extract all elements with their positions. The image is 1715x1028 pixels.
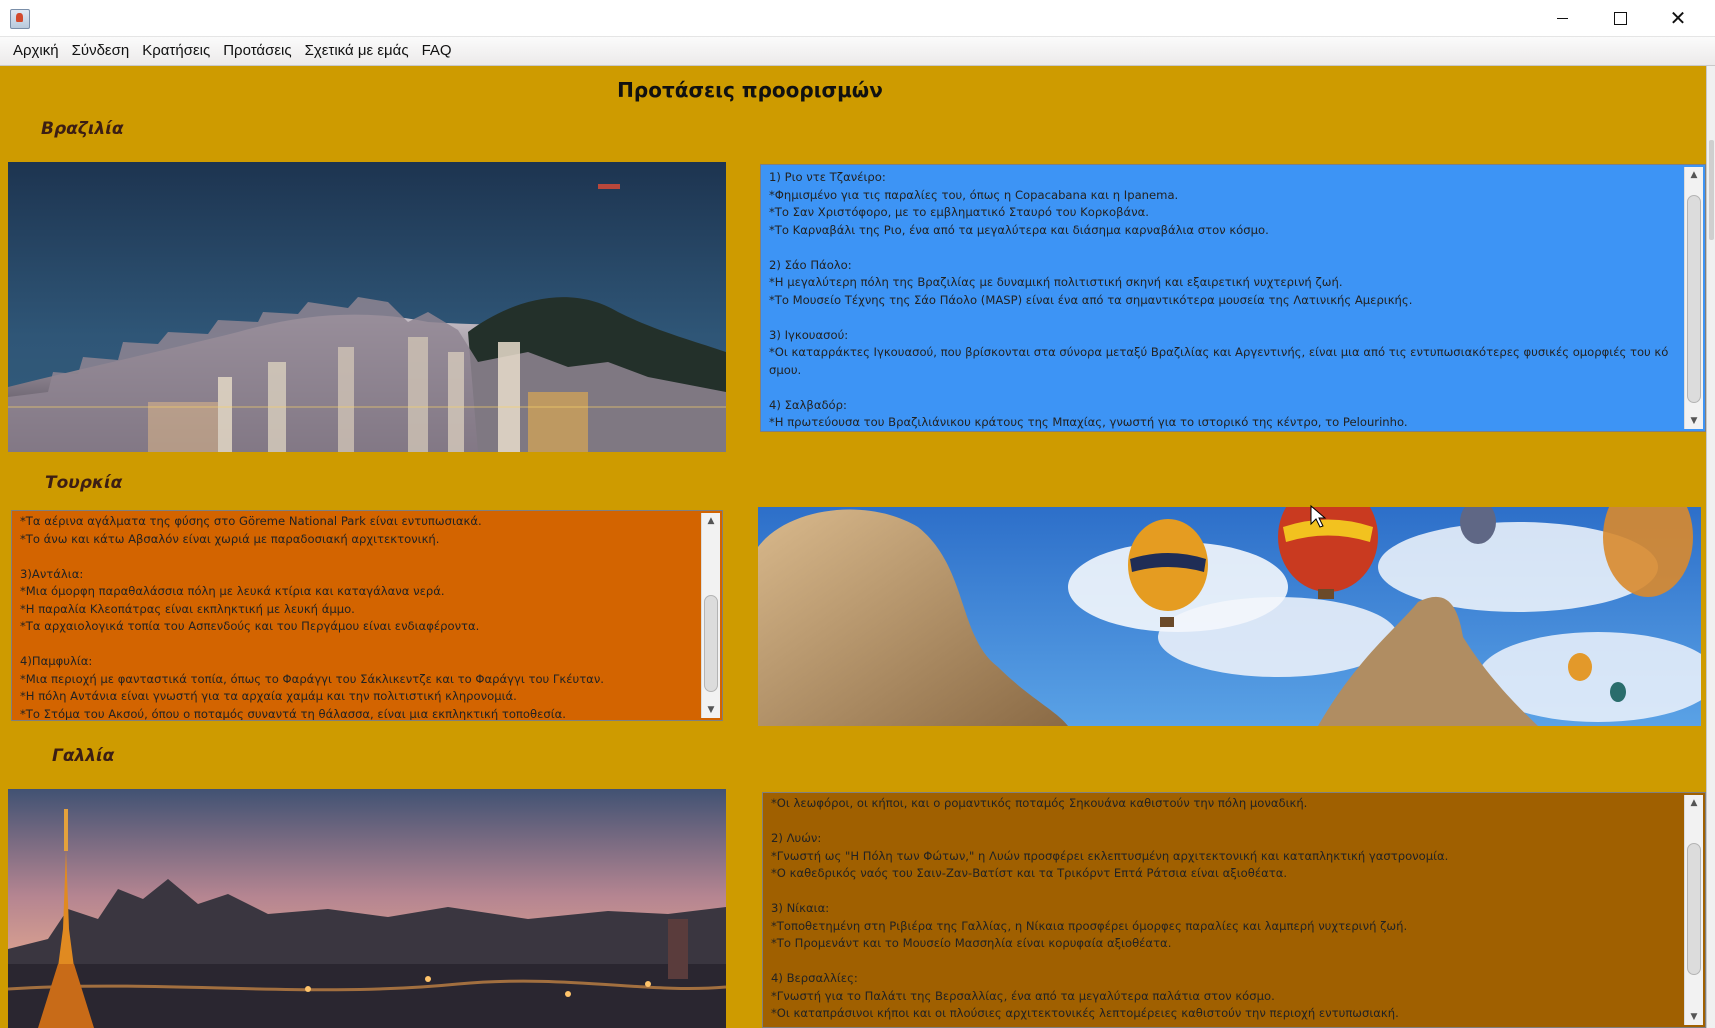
country-heading-turkey: Τουρκία — [45, 473, 123, 493]
scroll-down-arrow-icon[interactable]: ▼ — [702, 702, 720, 718]
minimize-button[interactable] — [1533, 0, 1591, 36]
menu-item-faq[interactable]: FAQ — [417, 37, 457, 65]
mouse-pointer-icon — [1310, 504, 1327, 528]
brazil-description-text[interactable]: 1) Ριο ντε Τζανέιρο: *Φημισμένο για τις … — [769, 169, 1679, 431]
france-description-text[interactable]: *Οι λεωφόροι, οι κήποι, και ο ρομαντικός… — [771, 795, 1679, 1023]
brazil-description-textarea[interactable]: 1) Ριο ντε Τζανέιρο: *Φημισμένο για τις … — [760, 164, 1706, 432]
minimize-icon — [1556, 17, 1568, 19]
window-right-edge — [1706, 66, 1715, 1028]
scroll-down-arrow-icon[interactable]: ▼ — [1685, 413, 1703, 429]
maximize-icon — [1613, 11, 1627, 25]
brazil-scrollbar[interactable]: ▲ ▼ — [1684, 167, 1703, 429]
cappadocia-balloons-photo — [758, 507, 1701, 726]
france-scrollbar[interactable]: ▲ ▼ — [1684, 795, 1703, 1025]
rio-photo-svg — [8, 162, 726, 452]
scroll-up-arrow-icon[interactable]: ▲ — [1685, 795, 1703, 811]
menu-item-about[interactable]: Σχετικά με εμάς — [300, 37, 414, 65]
paris-eiffel-tower-photo — [8, 789, 726, 1028]
turkey-scrollbar-thumb[interactable] — [704, 595, 718, 692]
menu-item-suggestions[interactable]: Προτάσεις — [218, 37, 296, 65]
menu-bar: Αρχική Σύνδεση Κρατήσεις Προτάσεις Σχετι… — [0, 37, 1715, 66]
scroll-up-arrow-icon[interactable]: ▲ — [1685, 167, 1703, 183]
country-heading-france: Γαλλία — [52, 746, 115, 766]
window-titlebar: ✕ — [0, 0, 1715, 37]
cappadocia-photo-svg — [758, 507, 1701, 726]
country-heading-brazil: Βραζιλία — [41, 119, 124, 139]
france-scrollbar-thumb[interactable] — [1687, 843, 1701, 975]
paris-photo-svg — [8, 789, 726, 1028]
content-panel: Προτάσεις προορισμών Βραζιλία 1) Ριο ντε… — [0, 66, 1715, 1028]
france-description-textarea[interactable]: *Οι λεωφόροι, οι κήποι, και ο ρομαντικός… — [762, 792, 1706, 1028]
menu-item-home[interactable]: Αρχική — [8, 37, 64, 65]
turkey-description-textarea[interactable]: *Τα αέρινα αγάλματα της φύσης στο Göreme… — [11, 510, 723, 721]
java-app-icon — [10, 9, 30, 29]
brazil-scrollbar-thumb[interactable] — [1687, 195, 1701, 403]
turkey-scrollbar[interactable]: ▲ ▼ — [701, 513, 720, 718]
close-icon: ✕ — [1669, 6, 1687, 30]
scroll-down-arrow-icon[interactable]: ▼ — [1685, 1009, 1703, 1025]
rio-de-janeiro-night-photo — [8, 162, 726, 452]
scroll-up-arrow-icon[interactable]: ▲ — [702, 513, 720, 529]
menu-item-bookings[interactable]: Κρατήσεις — [137, 37, 215, 65]
close-button[interactable]: ✕ — [1649, 0, 1707, 36]
turkey-description-text[interactable]: *Τα αέρινα αγάλματα της φύσης στο Göreme… — [20, 513, 696, 720]
page-title: Προτάσεις προορισμών — [617, 78, 883, 102]
menu-item-login[interactable]: Σύνδεση — [67, 37, 135, 65]
maximize-button[interactable] — [1591, 0, 1649, 36]
